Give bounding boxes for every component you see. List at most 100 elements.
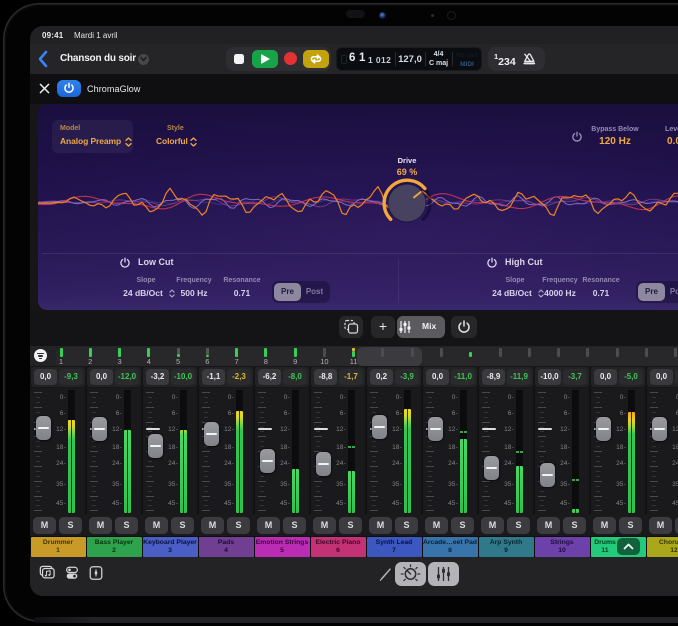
fader-db-value[interactable]: -6,2 — [258, 369, 281, 385]
high-cut-power-icon[interactable] — [486, 257, 498, 269]
fader-handle[interactable] — [484, 456, 499, 480]
solo-button[interactable]: S — [227, 517, 250, 534]
mute-button[interactable]: M — [369, 517, 392, 534]
fader-handle[interactable] — [652, 417, 667, 441]
track-label[interactable]: Electric Piano6 — [311, 537, 366, 557]
fader-db-value[interactable]: 0,0 — [594, 369, 617, 385]
mix-button[interactable]: Mix — [397, 316, 445, 338]
mute-button[interactable]: M — [89, 517, 112, 534]
mute-button[interactable]: M — [313, 517, 336, 534]
mute-button[interactable]: M — [201, 517, 224, 534]
fader-handle[interactable] — [372, 415, 387, 439]
plugin-power-button[interactable] — [57, 80, 81, 97]
fader-db-value[interactable]: 0,0 — [426, 369, 449, 385]
track-label[interactable]: Arp Synth9 — [479, 537, 534, 557]
style-label: Style — [167, 125, 184, 132]
fader-db-value[interactable]: -1,1 — [202, 369, 225, 385]
fader-handle[interactable] — [148, 434, 163, 458]
metronome-icon[interactable] — [520, 51, 536, 67]
track-minimap-ruler[interactable]: 1234567891011 — [30, 346, 678, 366]
track-label[interactable]: Arcade…eet Pad8 — [423, 537, 478, 557]
solo-button[interactable]: S — [171, 517, 194, 534]
mute-button[interactable]: M — [593, 517, 616, 534]
bypass-below-value[interactable]: 120 Hz — [585, 136, 645, 147]
pencil-icon[interactable] — [377, 565, 395, 583]
fader-tick — [34, 392, 42, 393]
fader-handle[interactable] — [204, 422, 219, 446]
track-label[interactable]: Chorus V12 — [647, 537, 678, 557]
bypass-power-icon[interactable] — [571, 131, 583, 143]
low-cut-resonance-value[interactable]: 0.71 — [217, 288, 267, 298]
record-button[interactable] — [278, 50, 304, 68]
song-title-dropdown[interactable] — [138, 54, 149, 65]
song-title[interactable]: Chanson du soir — [60, 53, 136, 64]
high-cut-post-button[interactable]: Post — [665, 283, 678, 301]
back-icon[interactable] — [36, 48, 50, 70]
track-label[interactable]: Bass Player2 — [87, 537, 142, 557]
solo-button[interactable]: S — [339, 517, 362, 534]
play-button[interactable] — [252, 50, 278, 68]
solo-button[interactable]: S — [619, 517, 642, 534]
add-track-button[interactable]: + — [371, 316, 395, 338]
fader-db-value[interactable]: -3,2 — [146, 369, 169, 385]
solo-button[interactable]: S — [283, 517, 306, 534]
fader-handle[interactable] — [260, 449, 275, 473]
track-label[interactable]: Strings10 — [535, 537, 590, 557]
solo-button[interactable]: S — [563, 517, 586, 534]
count-in-button[interactable]: 1234 — [494, 52, 516, 68]
solo-button[interactable]: S — [115, 517, 138, 534]
mute-button[interactable]: M — [425, 517, 448, 534]
fader-handle[interactable] — [428, 417, 443, 441]
fader-db-value[interactable]: 0,0 — [90, 369, 113, 385]
mute-button[interactable]: M — [145, 517, 168, 534]
drive-knob[interactable] — [379, 175, 435, 231]
high-cut-pre-button[interactable]: Pre — [638, 283, 665, 301]
fader-db-value[interactable]: -8,9 — [482, 369, 505, 385]
filter-icon[interactable] — [34, 349, 47, 362]
loop-browser-icon[interactable] — [38, 565, 56, 581]
solo-button[interactable]: S — [451, 517, 474, 534]
track-label[interactable]: Synth Lead7 — [367, 537, 422, 557]
low-cut-power-icon[interactable] — [119, 257, 131, 269]
duplicate-button[interactable] — [339, 316, 363, 338]
solo-button[interactable]: S — [59, 517, 82, 534]
mute-button[interactable]: M — [649, 517, 672, 534]
fader-handle[interactable] — [92, 417, 107, 441]
high-cut-resonance-value[interactable]: 0.71 — [576, 288, 626, 298]
solo-button[interactable]: S — [507, 517, 530, 534]
mixer-panel-icon[interactable] — [88, 565, 104, 581]
faders-view-button[interactable] — [428, 562, 459, 586]
controls-view-button[interactable] — [395, 562, 426, 586]
track-label[interactable]: Keyboard Player3 — [143, 537, 198, 557]
mute-button[interactable]: M — [481, 517, 504, 534]
track-label[interactable]: Pads4 — [199, 537, 254, 557]
lcd-display[interactable]: 6 1 1 012 127,0 4/4 C maj No Out MIDI — [336, 47, 482, 71]
plugin-controls-icon[interactable] — [64, 565, 80, 581]
fader-db-value[interactable]: 0,0 — [650, 369, 673, 385]
fader-handle[interactable] — [540, 463, 555, 487]
low-cut-post-button[interactable]: Post — [301, 283, 328, 301]
fader-handle[interactable] — [316, 452, 331, 476]
high-cut-slope-value[interactable]: 24 dB/Oct — [486, 288, 538, 298]
mixer-power-button[interactable] — [451, 316, 477, 338]
low-cut-slope-value[interactable]: 24 dB/Oct — [117, 288, 169, 298]
track-label[interactable]: Emotion Strings5 — [255, 537, 310, 557]
low-cut-pre-button[interactable]: Pre — [274, 283, 301, 301]
close-icon[interactable] — [39, 83, 50, 94]
level-value[interactable]: 0.0 — [654, 136, 678, 147]
low-cut-frequency-value[interactable]: 500 Hz — [169, 288, 219, 298]
fader-handle[interactable] — [596, 417, 611, 441]
fader-db-value[interactable]: -8,8 — [314, 369, 337, 385]
mute-button[interactable]: M — [537, 517, 560, 534]
fader-db-value[interactable]: -10,0 — [538, 369, 561, 385]
fader-handle[interactable] — [36, 416, 51, 440]
selected-track-chevron-button[interactable] — [617, 538, 640, 555]
solo-button[interactable]: S — [395, 517, 418, 534]
style-value[interactable]: Colorful — [156, 136, 188, 146]
cycle-button[interactable] — [303, 50, 329, 68]
track-label[interactable]: Drummer1 — [31, 537, 86, 557]
fader-db-value[interactable]: 0,0 — [34, 369, 57, 385]
mute-button[interactable]: M — [33, 517, 56, 534]
mute-button[interactable]: M — [257, 517, 280, 534]
fader-db-value[interactable]: 0,2 — [370, 369, 393, 385]
